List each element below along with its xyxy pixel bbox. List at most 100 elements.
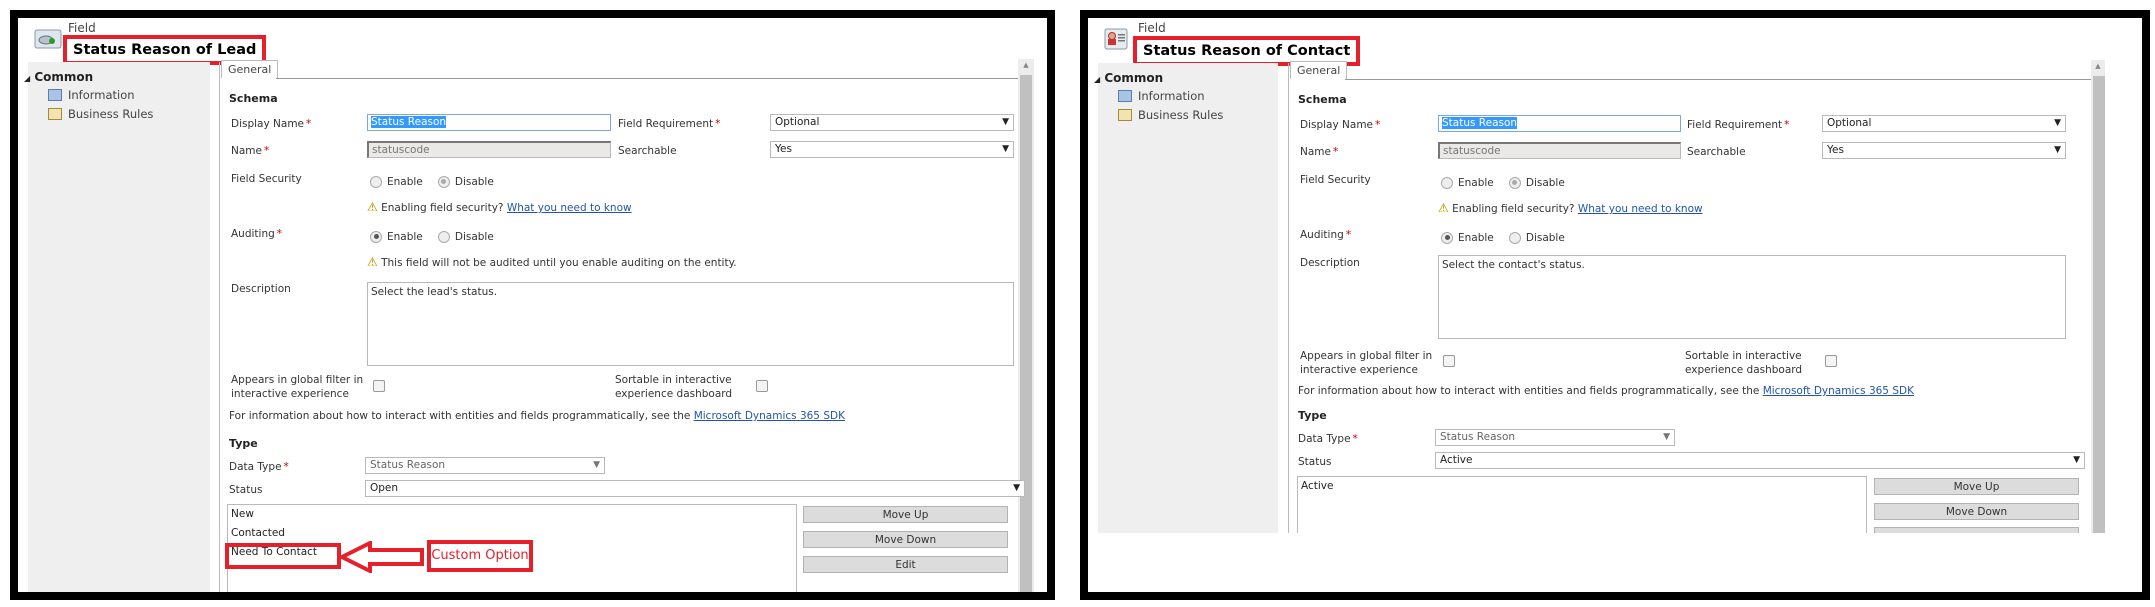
auditing-label: Auditing *: [1300, 229, 1352, 241]
custom-option-callout: Custom Option: [427, 540, 533, 572]
status-select[interactable]: Active ▼: [1435, 452, 2085, 469]
searchable-label: Searchable: [1687, 146, 1746, 158]
sidebar-item-label: Business Rules: [1138, 108, 1224, 122]
field-security-warning: ⚠ Enabling field security? What you need…: [367, 200, 632, 214]
field-security-enable-radio[interactable]: [1441, 176, 1453, 189]
header-subtitle: Field: [68, 21, 96, 35]
auditing-disable-radio[interactable]: [437, 230, 450, 243]
display-name-input[interactable]: Status Reason: [367, 114, 611, 131]
content-clip-cover: [1088, 533, 2142, 592]
data-type-select: Status Reason ▼: [365, 457, 605, 474]
auditing-label: Auditing *: [231, 228, 283, 240]
chevron-down-icon: ▼: [2073, 455, 2080, 465]
schema-heading: Schema: [229, 92, 278, 105]
description-textarea[interactable]: Select the lead's status.: [367, 282, 1014, 366]
sdk-link[interactable]: Microsoft Dynamics 365 SDK: [694, 410, 845, 422]
field-requirement-select[interactable]: Optional ▼: [770, 114, 1014, 131]
display-name-input[interactable]: Status Reason: [1438, 115, 1681, 132]
auditing-warning: ⚠ This field will not be audited until y…: [367, 255, 737, 269]
vertical-scrollbar[interactable]: ▲: [1018, 59, 1034, 592]
auditing-disable-radio[interactable]: [1508, 231, 1521, 244]
chevron-down-icon: ▼: [2054, 145, 2061, 155]
name-label: Name *: [1300, 146, 1339, 158]
move-down-button[interactable]: Move Down: [803, 531, 1008, 548]
what-you-need-to-know-link[interactable]: What you need to know: [507, 202, 632, 214]
sortable-label: Sortable in interactive experience dashbo…: [1685, 350, 1803, 376]
lead-field-window: Field Status Reason of Lead ◢ Common Inf…: [18, 18, 1047, 592]
sdk-link[interactable]: Microsoft Dynamics 365 SDK: [1763, 385, 1914, 397]
sdk-info-text: For information about how to interact wi…: [229, 410, 845, 422]
status-label: Status: [1298, 456, 1332, 468]
tab-underline: [276, 78, 1024, 79]
field-security-disable-radio[interactable]: [437, 175, 450, 188]
field-security-radios: Enable Disable: [1441, 172, 1575, 191]
description-textarea[interactable]: Select the contact's status.: [1438, 255, 2066, 339]
display-name-label: Display Name *: [231, 118, 312, 130]
sidebar-item-business-rules[interactable]: Business Rules: [1118, 108, 1223, 122]
chevron-down-icon: ▼: [1663, 432, 1670, 442]
field-security-enable-radio[interactable]: [370, 175, 382, 188]
global-filter-checkbox[interactable]: [373, 380, 385, 392]
field-security-radios: Enable Disable: [370, 171, 504, 190]
auditing-radios: Enable Disable: [370, 226, 504, 245]
sidebar-divider: [219, 62, 220, 592]
entity-icon: [1104, 28, 1128, 50]
arrow-annotation-icon: [337, 539, 424, 575]
chevron-down-icon: ▼: [1013, 483, 1020, 493]
data-type-label: Data Type *: [229, 461, 289, 473]
information-icon: [1118, 90, 1132, 102]
sidebar-item-information[interactable]: Information: [1118, 89, 1205, 103]
scroll-up-arrow-icon[interactable]: ▲: [1018, 61, 1034, 69]
vertical-scrollbar[interactable]: ▲: [2091, 60, 2105, 533]
list-item[interactable]: New: [228, 505, 796, 524]
business-rules-icon: [48, 108, 62, 120]
sidebar-section-common[interactable]: ◢ Common: [1094, 71, 1163, 85]
tab-general[interactable]: General: [221, 60, 279, 78]
edit-button[interactable]: Edit: [803, 556, 1008, 573]
contact-field-window: Field Status Reason of Contact ◢ Common …: [1088, 18, 2142, 592]
sidebar-section-common[interactable]: ◢ Common: [24, 70, 93, 84]
sidebar-item-information[interactable]: Information: [48, 88, 135, 102]
information-icon: [48, 89, 62, 101]
global-filter-label: Appears in global filter in interactive e…: [231, 374, 364, 400]
global-filter-checkbox[interactable]: [1443, 355, 1455, 367]
tab-underline: [1345, 79, 2095, 80]
warning-icon: ⚠: [367, 200, 378, 214]
description-label: Description: [1300, 257, 1360, 269]
scrollbar-thumb[interactable]: [1020, 75, 1032, 592]
sidebar-item-business-rules[interactable]: Business Rules: [48, 107, 153, 121]
scrollbar-thumb[interactable]: [2093, 76, 2105, 533]
auditing-enable-radio[interactable]: [1441, 231, 1453, 244]
list-item[interactable]: Active: [1298, 477, 1866, 496]
searchable-select[interactable]: Yes ▼: [770, 141, 1014, 158]
custom-option-highlight: [225, 543, 341, 569]
field-requirement-select[interactable]: Optional ▼: [1822, 115, 2066, 132]
sidebar: [1098, 63, 1278, 533]
chevron-down-icon: ▼: [1002, 117, 1009, 127]
move-up-button[interactable]: Move Up: [803, 506, 1008, 523]
field-security-label: Field Security: [231, 173, 302, 185]
move-up-button[interactable]: Move Up: [1874, 478, 2079, 495]
searchable-label: Searchable: [618, 145, 677, 157]
sortable-checkbox[interactable]: [756, 380, 768, 392]
status-reason-options-list[interactable]: Active: [1297, 476, 1867, 536]
chevron-down-icon: ▼: [2054, 118, 2061, 128]
global-filter-label: Appears in global filter in interactive e…: [1300, 350, 1433, 376]
searchable-select[interactable]: Yes ▼: [1822, 142, 2066, 159]
chevron-down-icon: ▼: [593, 460, 600, 470]
status-select[interactable]: Open ▼: [365, 480, 1025, 497]
type-heading: Type: [229, 437, 258, 450]
move-down-button[interactable]: Move Down: [1874, 503, 2079, 520]
scroll-up-arrow-icon[interactable]: ▲: [2091, 62, 2105, 70]
what-you-need-to-know-link[interactable]: What you need to know: [1578, 203, 1703, 215]
tab-general[interactable]: General: [1290, 61, 1348, 79]
sidebar-section-label: Common: [1104, 71, 1164, 85]
sortable-checkbox[interactable]: [1825, 355, 1837, 367]
sidebar-section-label: Common: [34, 70, 94, 84]
name-input: statuscode: [367, 141, 611, 158]
chevron-down-icon: ▼: [1002, 144, 1009, 154]
field-security-disable-radio[interactable]: [1508, 176, 1521, 189]
auditing-enable-radio[interactable]: [370, 230, 382, 243]
sidebar-item-label: Information: [1138, 89, 1205, 103]
warning-icon: ⚠: [1438, 201, 1449, 215]
